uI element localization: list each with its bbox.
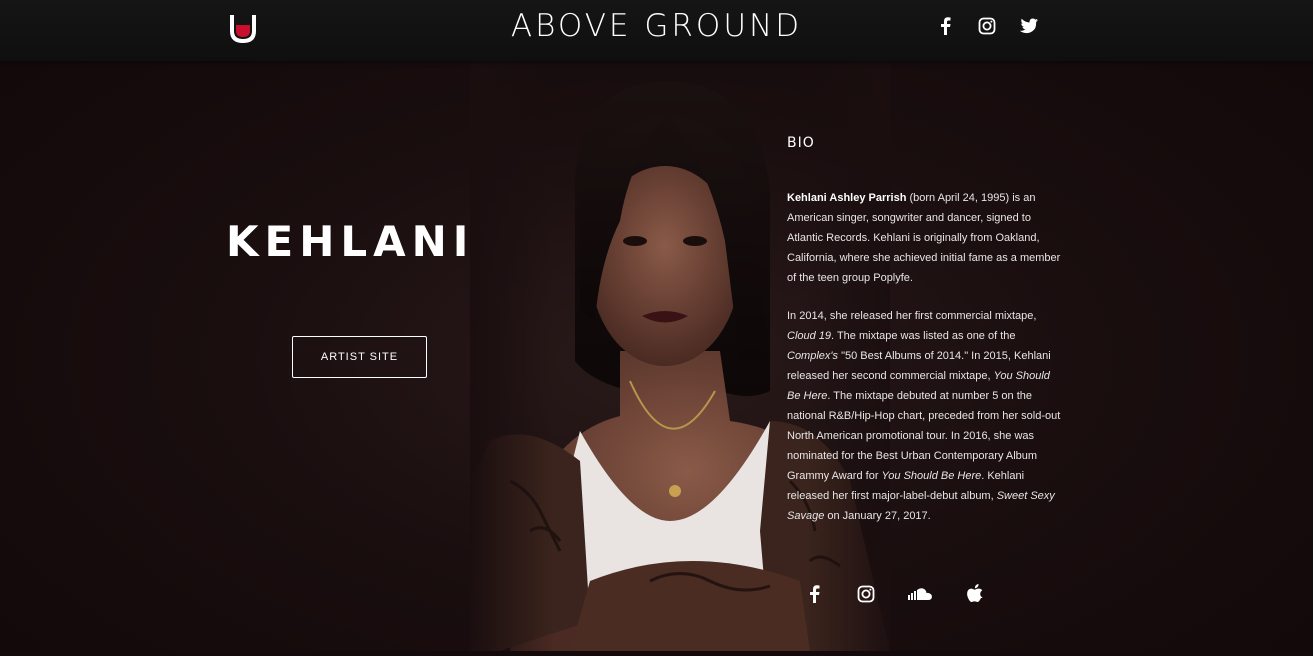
brand-title[interactable]: ABOVE GROUND [0,8,1313,44]
header-social-links [934,15,1039,36]
brand-word-above: ABOVE [510,8,632,44]
bio-p2-italic: Cloud 19 [787,330,832,342]
bio-p2-seg: . The mixtape was listed as one of the [831,330,1016,342]
bio-paragraph-1: Kehlani Ashley Parrish (born April 24, 1… [787,188,1065,288]
artist-name: KEHLANI [226,217,475,266]
bio-p2-italic: Complex's [787,350,839,362]
bio-paragraph-2: In 2014, she released her first commerci… [787,306,1065,526]
facebook-icon[interactable] [934,15,955,36]
top-navigation-bar: ABOVE GROUND [0,0,1313,61]
bio-p2-seg: . The mixtape debuted at number 5 on the… [787,390,1061,482]
bio-p2-italic: You Should Be Here [881,470,982,482]
bio-social-links [803,583,1016,604]
bio-artist-fullname: Kehlani Ashley Parrish [787,192,907,204]
bio-p2-seg: In 2014, she released her first commerci… [787,310,1037,322]
facebook-icon[interactable] [803,583,824,604]
instagram-icon[interactable] [976,15,997,36]
brand-word-ground: GROUND [644,8,803,44]
soundcloud-icon[interactable] [907,583,933,604]
bio-heading: BIO [787,135,815,151]
bio-p2-seg: on January 27, 2017. [824,510,931,522]
twitter-icon[interactable] [1018,15,1039,36]
apple-icon[interactable] [964,583,985,604]
instagram-icon[interactable] [855,583,876,604]
artist-site-button[interactable]: ARTIST SITE [292,336,427,378]
bio-text: Kehlani Ashley Parrish (born April 24, 1… [787,188,1065,544]
bio-p1-text: (born April 24, 1995) is an American sin… [787,192,1061,284]
